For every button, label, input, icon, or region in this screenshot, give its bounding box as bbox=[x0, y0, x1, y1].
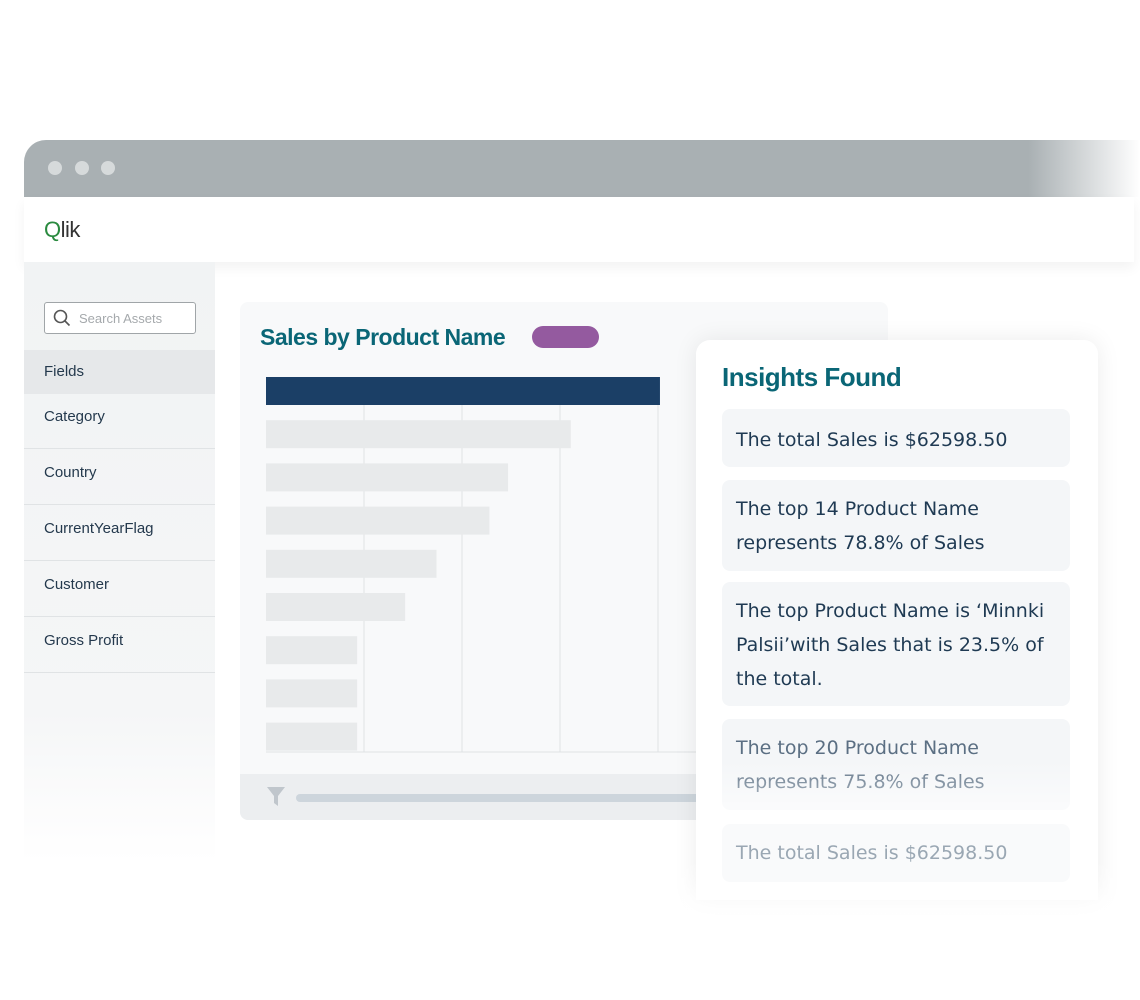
sidebar-item-gross-profit[interactable]: Gross Profit bbox=[24, 618, 215, 673]
sidebar-item-category[interactable]: Category bbox=[24, 394, 215, 449]
chart-tag-pill[interactable] bbox=[532, 326, 599, 348]
window-titlebar bbox=[24, 140, 1140, 197]
bar bbox=[266, 636, 358, 665]
insight-card[interactable]: The top 14 Product Name represents 78.8%… bbox=[722, 480, 1070, 571]
search-icon bbox=[53, 309, 71, 327]
bar bbox=[266, 679, 358, 708]
bar bbox=[266, 593, 406, 621]
bar bbox=[266, 722, 358, 751]
sidebar-item-country[interactable]: Country bbox=[24, 450, 215, 505]
sidebar-item-customer[interactable]: Customer bbox=[24, 562, 215, 617]
insights-title: Insights Found bbox=[722, 362, 902, 392]
app-header: Qlik bbox=[24, 197, 1134, 262]
window-dot-icon[interactable] bbox=[75, 161, 89, 175]
chart-scrollbar[interactable] bbox=[296, 794, 716, 802]
bar bbox=[266, 463, 509, 492]
search-input[interactable]: Search Assets bbox=[44, 302, 196, 334]
window-dot-icon[interactable] bbox=[101, 161, 115, 175]
insight-card[interactable]: The total Sales is $62598.50 bbox=[722, 824, 1070, 882]
insight-card[interactable]: The total Sales is $62598.50 bbox=[722, 409, 1070, 467]
bar bbox=[266, 549, 437, 578]
bar bbox=[266, 420, 571, 449]
insight-card[interactable]: The top Product Name is ‘Minnki Palsii’w… bbox=[722, 582, 1070, 706]
sidebar: Search Assets Fields Category Country Cu… bbox=[24, 262, 215, 862]
insights-panel: Insights Found The total Sales is $62598… bbox=[696, 340, 1098, 900]
window-dot-icon[interactable] bbox=[48, 161, 62, 175]
filter-icon[interactable] bbox=[266, 786, 286, 808]
sidebar-item-fields[interactable]: Fields bbox=[24, 350, 215, 394]
bar bbox=[266, 377, 660, 405]
bar bbox=[266, 506, 490, 535]
qlik-logo[interactable]: Qlik bbox=[44, 217, 80, 243]
chart-title: Sales by Product Name bbox=[260, 324, 506, 350]
sidebar-item-currentyearflag[interactable]: CurrentYearFlag bbox=[24, 506, 215, 561]
search-placeholder: Search Assets bbox=[79, 311, 163, 326]
